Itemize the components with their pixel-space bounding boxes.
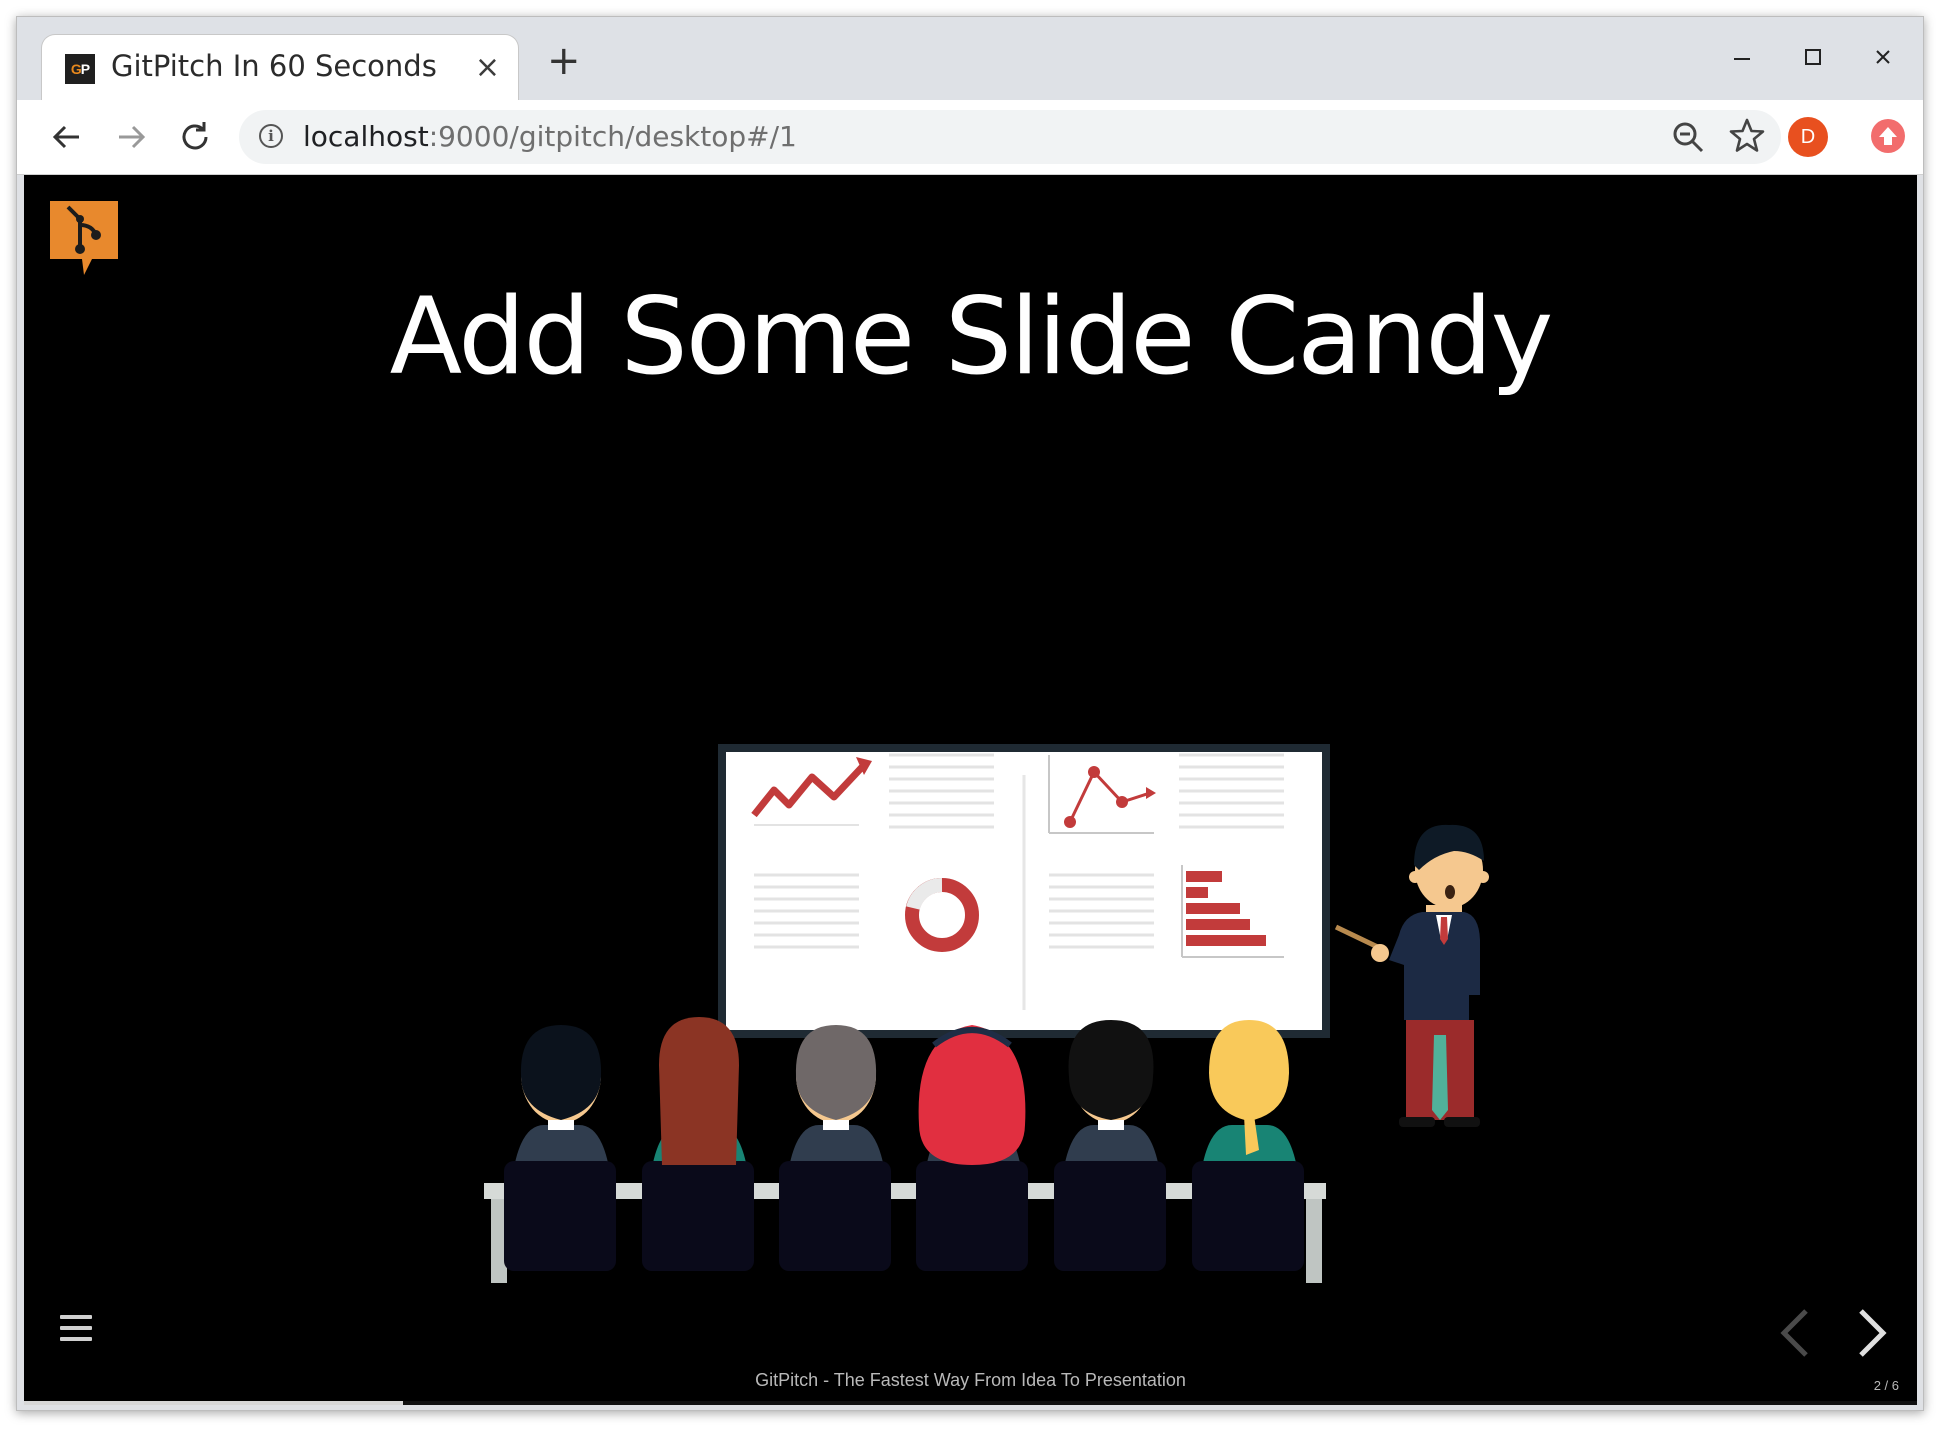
window-close-icon[interactable] <box>1873 47 1893 73</box>
slide-progress-fill <box>24 1401 403 1405</box>
slide-footer: GitPitch - The Fastest Way From Idea To … <box>755 1370 1186 1390</box>
new-tab-icon[interactable]: + <box>547 41 581 81</box>
zoom-out-icon[interactable] <box>1671 120 1705 158</box>
tab-gitpitch[interactable]: GP GitPitch In 60 Seconds × <box>41 34 519 100</box>
slide-viewport: Add Some Slide Candy GitPitch - The Fast… <box>24 175 1917 1405</box>
tab-close-icon[interactable]: × <box>475 50 500 85</box>
gitpitch-logo-icon[interactable] <box>50 201 120 281</box>
back-arrow-icon[interactable] <box>43 113 91 161</box>
browser-toolbar: i localhost:9000/gitpitch/desktop#/1 D <box>17 100 1923 175</box>
reload-icon[interactable] <box>171 113 219 161</box>
address-bar[interactable]: i localhost:9000/gitpitch/desktop#/1 <box>239 110 1781 164</box>
forward-arrow-icon[interactable] <box>107 113 155 161</box>
tab-strip: GP GitPitch In 60 Seconds × + <box>17 17 1923 100</box>
slide-progress-bar <box>24 1401 1917 1405</box>
tab-title: GitPitch In 60 Seconds <box>111 49 437 83</box>
slide-counter: 2 / 6 <box>1873 1378 1899 1393</box>
gitpitch-favicon-icon: GP <box>65 54 95 84</box>
prev-slide-arrow-icon[interactable] <box>1776 1305 1816 1365</box>
profile-avatar[interactable]: D <box>1788 117 1828 157</box>
browser-window: GP GitPitch In 60 Seconds × + i localhos… <box>16 16 1924 1411</box>
address-url[interactable]: localhost:9000/gitpitch/desktop#/1 <box>303 120 797 153</box>
bookmark-star-icon[interactable] <box>1727 114 1767 167</box>
site-info-icon[interactable]: i <box>259 124 283 148</box>
slide-title: Add Some Slide Candy <box>389 275 1554 398</box>
next-slide-arrow-icon[interactable] <box>1851 1305 1891 1365</box>
minimize-icon[interactable] <box>1732 47 1752 73</box>
extension-icon[interactable] <box>1871 119 1905 153</box>
maximize-icon[interactable] <box>1803 47 1823 73</box>
presentation-illustration <box>464 565 1504 1289</box>
slide-menu-icon[interactable] <box>60 1315 92 1348</box>
